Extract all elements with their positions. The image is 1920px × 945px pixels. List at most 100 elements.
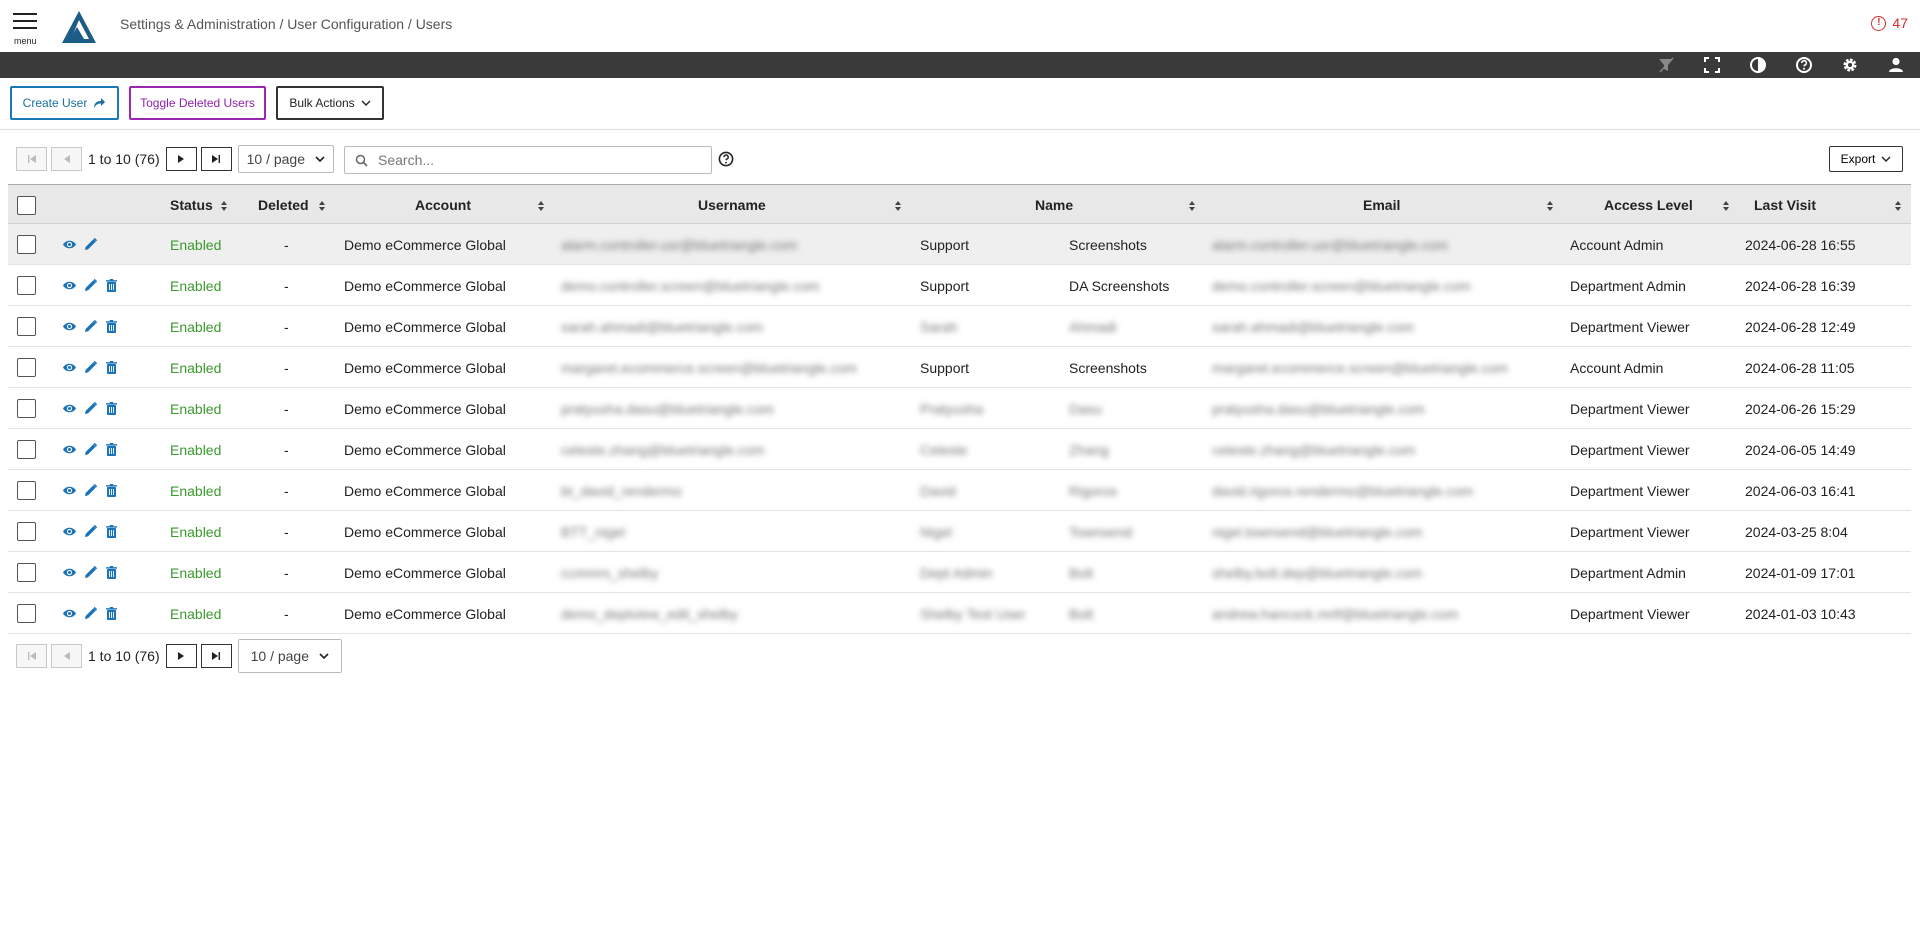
prev-page-button[interactable] xyxy=(51,147,82,171)
export-dropdown[interactable]: Export xyxy=(1829,146,1903,172)
view-icon[interactable] xyxy=(62,278,77,293)
user-icon[interactable] xyxy=(1887,56,1905,74)
view-icon[interactable] xyxy=(62,360,77,375)
view-icon[interactable] xyxy=(62,442,77,457)
edit-icon[interactable] xyxy=(83,401,98,416)
view-icon[interactable] xyxy=(62,565,77,580)
edit-icon[interactable] xyxy=(83,524,98,539)
delete-icon[interactable] xyxy=(104,278,119,293)
edit-icon[interactable] xyxy=(83,483,98,498)
row-checkbox[interactable] xyxy=(17,604,36,623)
row-checkbox[interactable] xyxy=(17,481,36,500)
page-size-value: 10 / page xyxy=(250,648,309,664)
next-page-button[interactable] xyxy=(165,147,197,171)
edit-icon[interactable] xyxy=(83,237,98,252)
col-email[interactable]: Email xyxy=(1363,185,1400,225)
row-checkbox[interactable] xyxy=(17,522,36,541)
edit-icon[interactable] xyxy=(83,606,98,621)
edit-icon[interactable] xyxy=(83,360,98,375)
col-username-label: Username xyxy=(698,197,766,213)
table-row[interactable]: Enabled - Demo eCommerce Global margaret.ec… xyxy=(8,347,1911,388)
sort-icon[interactable] xyxy=(1188,200,1196,212)
create-user-button[interactable]: Create User xyxy=(10,86,119,120)
bulk-actions-label: Bulk Actions xyxy=(289,96,355,110)
access-level-cell: Department Viewer xyxy=(1570,605,1690,622)
delete-icon[interactable] xyxy=(104,442,119,457)
contrast-icon[interactable] xyxy=(1749,56,1767,74)
delete-icon[interactable] xyxy=(104,606,119,621)
table-row[interactable]: Enabled - Demo eCommerce Global sarah.ahmad… xyxy=(8,306,1911,347)
table-row[interactable]: Enabled - Demo eCommerce Global ccmmrs_shel… xyxy=(8,552,1911,593)
col-username[interactable]: Username xyxy=(698,185,766,225)
edit-icon[interactable] xyxy=(83,319,98,334)
sort-icon[interactable] xyxy=(894,200,902,212)
view-icon[interactable] xyxy=(62,483,77,498)
view-icon[interactable] xyxy=(62,606,77,621)
breadcrumb[interactable]: Settings & Administration / User Configu… xyxy=(120,16,452,32)
col-name[interactable]: Name xyxy=(1035,185,1073,225)
search-help-icon[interactable] xyxy=(718,151,734,167)
view-icon[interactable] xyxy=(62,401,77,416)
table-row[interactable]: Enabled - Demo eCommerce Global celeste.zha… xyxy=(8,429,1911,470)
page-size-select[interactable]: 10 / page xyxy=(237,639,342,673)
search-box[interactable] xyxy=(344,146,712,174)
sort-icon[interactable] xyxy=(1546,200,1554,212)
row-checkbox[interactable] xyxy=(17,317,36,336)
bulk-actions-dropdown[interactable]: Bulk Actions xyxy=(276,86,384,120)
edit-icon[interactable] xyxy=(83,278,98,293)
col-deleted[interactable]: Deleted xyxy=(258,185,309,225)
table-row[interactable]: Enabled - Demo eCommerce Global alarm.contr… xyxy=(8,224,1911,265)
delete-icon[interactable] xyxy=(104,565,119,580)
sort-icon[interactable] xyxy=(1894,200,1902,212)
company-logo[interactable] xyxy=(60,9,98,45)
table-row[interactable]: Enabled - Demo eCommerce Global demo_deptvi… xyxy=(8,593,1911,634)
select-all-checkbox[interactable] xyxy=(17,195,36,215)
row-checkbox[interactable] xyxy=(17,358,36,377)
alert-badge[interactable]: ! 47 xyxy=(1871,15,1908,31)
row-checkbox[interactable] xyxy=(17,399,36,418)
edit-icon[interactable] xyxy=(83,442,98,457)
delete-icon[interactable] xyxy=(104,524,119,539)
last-visit-cell: 2024-01-09 17:01 xyxy=(1745,564,1856,581)
col-last-visit[interactable]: Last Visit xyxy=(1754,185,1816,225)
row-checkbox[interactable] xyxy=(17,235,36,254)
filter-icon[interactable] xyxy=(1657,56,1675,74)
sort-icon[interactable] xyxy=(537,200,545,212)
col-account[interactable]: Account xyxy=(415,185,471,225)
last-page-button[interactable] xyxy=(200,644,232,668)
delete-icon[interactable] xyxy=(104,319,119,334)
account-cell: Demo eCommerce Global xyxy=(344,400,506,417)
next-page-button[interactable] xyxy=(165,644,197,668)
help-icon[interactable] xyxy=(1795,56,1813,74)
table-row[interactable]: Enabled - Demo eCommerce Global bt_david_re… xyxy=(8,470,1911,511)
sort-icon[interactable] xyxy=(318,200,326,212)
gear-icon[interactable] xyxy=(1841,56,1859,74)
row-checkbox[interactable] xyxy=(17,563,36,582)
table-row[interactable]: Enabled - Demo eCommerce Global BTT_nigel Ni… xyxy=(8,511,1911,552)
row-checkbox[interactable] xyxy=(17,276,36,295)
delete-icon[interactable] xyxy=(104,401,119,416)
table-row[interactable]: Enabled - Demo eCommerce Global pratyusha.d… xyxy=(8,388,1911,429)
row-checkbox[interactable] xyxy=(17,440,36,459)
prev-page-button[interactable] xyxy=(51,644,82,668)
view-icon[interactable] xyxy=(62,319,77,334)
col-access-level[interactable]: Access Level xyxy=(1604,185,1693,225)
last-page-button[interactable] xyxy=(200,147,232,171)
table-row[interactable]: Enabled - Demo eCommerce Global demo.contro… xyxy=(8,265,1911,306)
first-page-button[interactable] xyxy=(16,644,47,668)
page-size-select[interactable]: 10 / page xyxy=(237,145,334,173)
search-input[interactable] xyxy=(378,152,698,168)
menu-button[interactable]: menu xyxy=(12,10,40,46)
col-status[interactable]: Status xyxy=(170,185,213,225)
toggle-deleted-users-button[interactable]: Toggle Deleted Users xyxy=(129,86,266,120)
fullscreen-icon[interactable] xyxy=(1703,56,1721,74)
delete-icon[interactable] xyxy=(104,360,119,375)
delete-icon[interactable] xyxy=(104,483,119,498)
first-page-button[interactable] xyxy=(16,147,47,171)
sort-icon[interactable] xyxy=(1722,200,1730,212)
view-icon[interactable] xyxy=(62,237,77,252)
view-icon[interactable] xyxy=(62,524,77,539)
edit-icon[interactable] xyxy=(83,565,98,580)
first-name-cell: Support xyxy=(920,359,970,376)
sort-icon[interactable] xyxy=(220,200,228,212)
